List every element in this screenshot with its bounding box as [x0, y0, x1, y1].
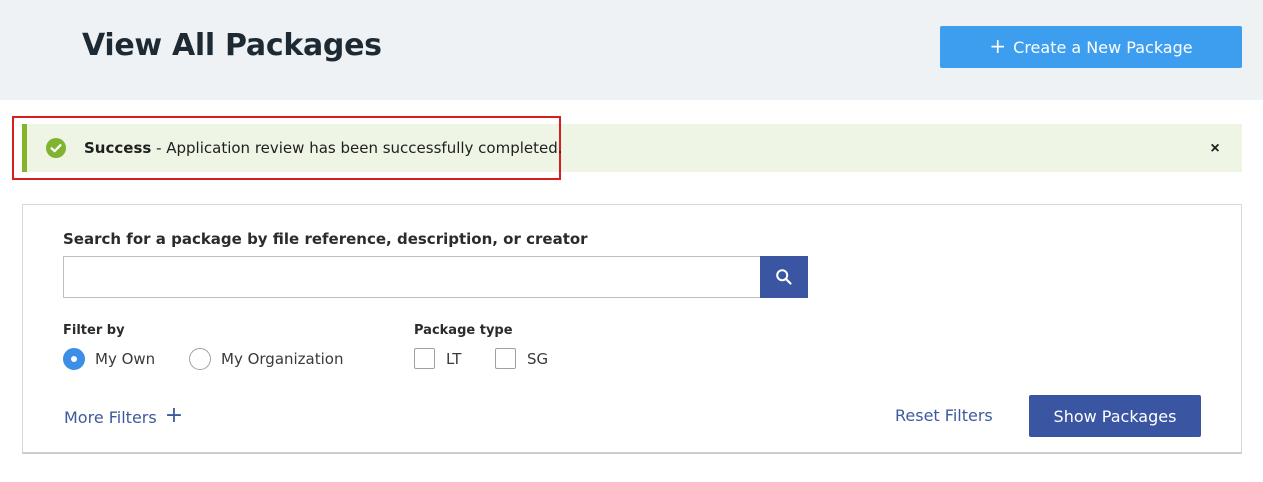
radio-my-own[interactable] — [63, 348, 85, 370]
search-label: Search for a package by file reference, … — [63, 230, 588, 248]
more-filters-label: More Filters — [64, 407, 157, 427]
search-icon — [776, 269, 792, 285]
checkbox-sg[interactable] — [495, 348, 516, 369]
checkbox-lt[interactable] — [414, 348, 435, 369]
alert-message-text: - Application review has been successful… — [151, 139, 563, 157]
radio-my-organization-label[interactable]: My Organization — [221, 350, 343, 368]
create-new-package-label: Create a New Package — [1013, 37, 1193, 57]
filter-by-label: Filter by — [63, 323, 125, 338]
alert-status: Success — [84, 139, 152, 157]
alert-message: Success - Application review has been su… — [84, 139, 563, 157]
close-icon[interactable]: × — [1205, 139, 1225, 159]
plus-icon: + — [989, 34, 1007, 58]
package-type-label: Package type — [414, 323, 513, 338]
page-title: View All Packages — [82, 28, 382, 63]
search-button[interactable] — [760, 256, 808, 298]
create-new-package-button[interactable]: + Create a New Package — [940, 26, 1242, 68]
more-filters-link[interactable]: More Filters + — [64, 403, 184, 428]
plus-icon: + — [164, 403, 184, 428]
reset-filters-link[interactable]: Reset Filters — [895, 406, 993, 425]
radio-my-own-label[interactable]: My Own — [95, 350, 155, 368]
checkbox-sg-label[interactable]: SG — [527, 350, 548, 368]
checkbox-lt-label[interactable]: LT — [446, 350, 461, 368]
show-packages-button[interactable]: Show Packages — [1029, 395, 1201, 437]
check-circle-icon — [46, 138, 66, 158]
search-input[interactable] — [63, 256, 761, 298]
radio-my-organization[interactable] — [189, 348, 211, 370]
